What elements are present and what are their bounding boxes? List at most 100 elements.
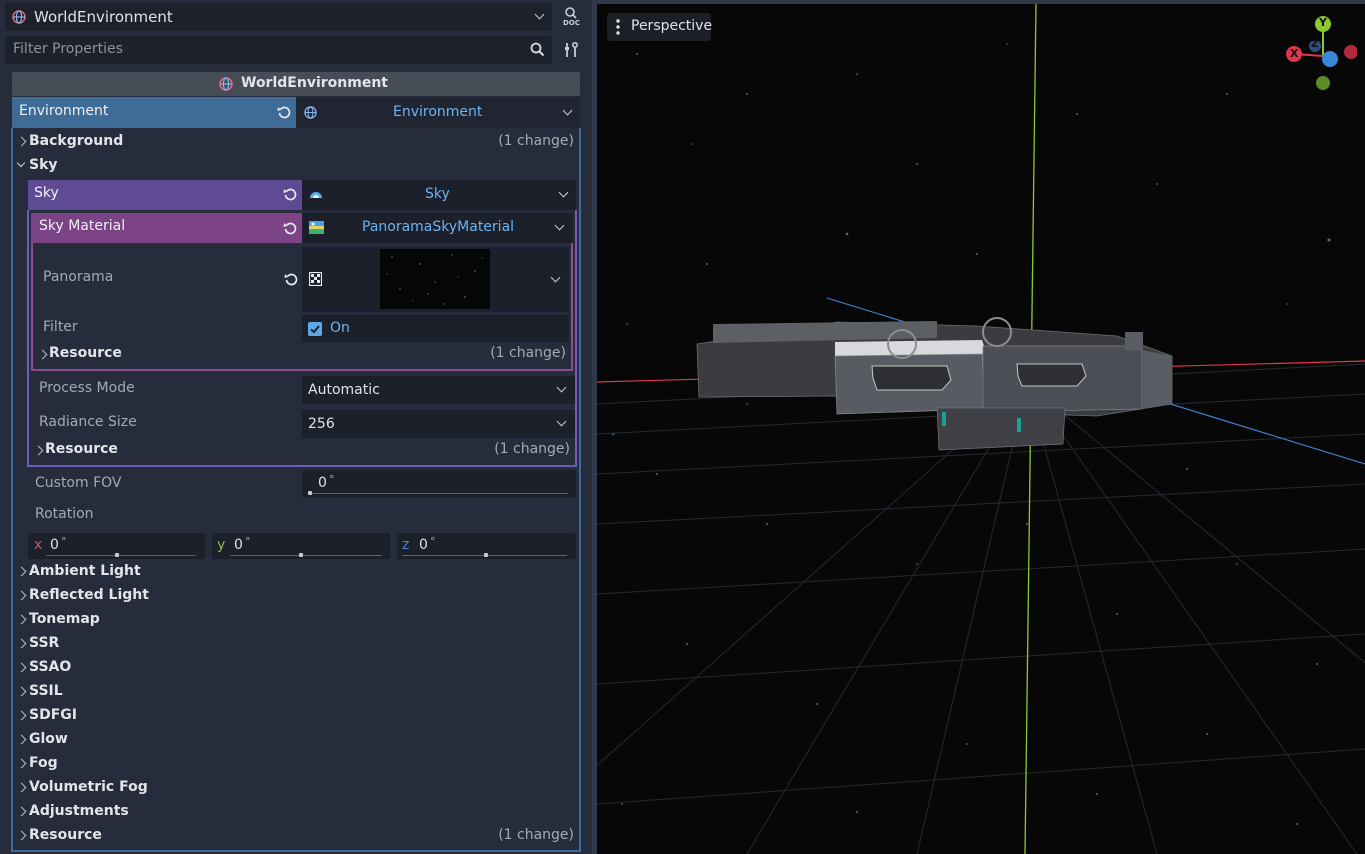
rotation-y-unit: °	[245, 535, 251, 548]
group-sdfgi[interactable]: SDFGI	[13, 704, 579, 728]
group-label: Sky	[29, 157, 58, 173]
sky-resource-picker[interactable]: Sky	[302, 180, 576, 210]
section-header: WorldEnvironment	[12, 72, 580, 96]
help-button[interactable]: DOC	[558, 6, 584, 30]
chevron-right-icon	[16, 710, 27, 721]
checkbox-checked-icon	[308, 322, 322, 336]
sky-material-property-label[interactable]: Sky Material	[31, 213, 302, 243]
doc-label: DOC	[563, 19, 580, 27]
filter-label: Filter	[43, 319, 78, 335]
panorama-label: Panorama	[43, 269, 114, 285]
group-label: Resource	[49, 345, 122, 361]
inspector-panel: WorldEnvironment DOC Filter Properties W…	[0, 0, 592, 854]
chevron-right-icon	[16, 614, 27, 625]
orientation-gizmo[interactable]: Y X Z	[1283, 16, 1357, 96]
gizmo-y-label: Y	[1319, 16, 1327, 29]
group-background[interactable]: Background (1 change)	[13, 130, 579, 154]
group-fog[interactable]: Fog	[13, 752, 579, 776]
rotation-z-field[interactable]: z 0 °	[397, 533, 576, 559]
revert-icon[interactable]	[283, 187, 297, 201]
chevron-right-icon	[16, 734, 27, 745]
group-label: Background	[29, 133, 124, 149]
spaceship-model	[696, 317, 1173, 451]
group-volumetric-fog[interactable]: Volumetric Fog	[13, 776, 579, 800]
group-sky[interactable]: Sky	[13, 154, 579, 178]
sky-material-resource-picker[interactable]: PanoramaSkyMaterial	[302, 213, 573, 243]
change-note: (1 change)	[498, 827, 574, 843]
slider-grabber[interactable]	[484, 553, 488, 557]
search-doc-icon	[564, 7, 578, 19]
slider-track	[230, 555, 382, 556]
process-mode-value: Automatic	[308, 382, 380, 398]
scene-render	[597, 4, 1365, 854]
chevron-down-icon	[554, 220, 565, 231]
change-note: (1 change)	[498, 133, 574, 149]
group-tonemap[interactable]: Tonemap	[13, 608, 579, 632]
group-label: Resource	[29, 827, 102, 843]
group-label: Glow	[29, 731, 68, 747]
rotation-y-value: 0	[234, 537, 243, 553]
world-environment-icon	[12, 10, 26, 24]
panorama-texture-picker[interactable]	[302, 247, 569, 312]
chevron-down-icon	[556, 382, 567, 393]
custom-fov-unit: °	[329, 473, 335, 486]
slider-grabber[interactable]	[308, 491, 312, 495]
filter-properties-input[interactable]: Filter Properties	[5, 36, 552, 64]
chevron-right-icon	[16, 686, 27, 697]
slider-grabber[interactable]	[299, 553, 303, 557]
rotation-y-field[interactable]: y 0 °	[212, 533, 390, 559]
radiance-size-select[interactable]: 256	[302, 410, 575, 438]
group-ssr[interactable]: SSR	[13, 632, 579, 656]
group-label: SSAO	[29, 659, 72, 675]
filter-placeholder: Filter Properties	[13, 41, 123, 57]
custom-fov-label: Custom FOV	[35, 475, 122, 491]
rotation-x-value: 0	[50, 537, 59, 553]
environment-resource-name: Environment	[393, 104, 483, 120]
group-ssao[interactable]: SSAO	[13, 656, 579, 680]
revert-icon[interactable]	[284, 272, 298, 286]
chevron-right-icon	[16, 806, 27, 817]
chevron-right-icon	[16, 590, 27, 601]
slider-grabber[interactable]	[115, 553, 119, 557]
change-note: (1 change)	[490, 345, 566, 361]
group-reflected-light[interactable]: Reflected Light	[13, 584, 579, 608]
3d-viewport[interactable]: Perspective Y X Z	[597, 4, 1365, 854]
chevron-right-icon	[33, 445, 44, 456]
group-resource[interactable]: Resource (1 change)	[13, 824, 579, 848]
group-label: Reflected Light	[29, 587, 149, 603]
inspector-tools-button[interactable]	[558, 38, 584, 62]
radiance-size-value: 256	[308, 416, 335, 432]
section-title: WorldEnvironment	[241, 75, 388, 91]
chevron-down-icon	[16, 158, 26, 168]
sky-icon	[309, 188, 323, 200]
rotation-x-field[interactable]: x 0 °	[28, 533, 205, 559]
revert-icon[interactable]	[283, 221, 297, 235]
group-adjustments[interactable]: Adjustments	[13, 800, 579, 824]
environment-resource-picker[interactable]: Environment	[296, 97, 580, 128]
process-mode-select[interactable]: Automatic	[302, 376, 575, 404]
chevron-down-icon	[550, 272, 561, 283]
perspective-menu-button[interactable]: Perspective	[607, 13, 713, 41]
group-sky-resource[interactable]: Resource (1 change)	[29, 439, 575, 461]
group-ssil[interactable]: SSIL	[13, 680, 579, 704]
radiance-size-label: Radiance Size	[39, 414, 137, 430]
custom-fov-slider[interactable]: 0 °	[302, 470, 576, 498]
node-selector[interactable]: WorldEnvironment	[5, 3, 552, 31]
process-mode-label: Process Mode	[39, 380, 135, 396]
environment-property-label[interactable]: Environment	[12, 97, 296, 128]
perspective-label: Perspective	[631, 18, 713, 34]
chevron-down-icon	[558, 187, 569, 198]
revert-icon[interactable]	[277, 105, 291, 119]
chevron-right-icon	[16, 758, 27, 769]
group-label: SDFGI	[29, 707, 77, 723]
group-ambient-light[interactable]: Ambient Light	[13, 560, 579, 584]
tools-icon	[564, 42, 578, 58]
group-material-resource[interactable]: Resource (1 change)	[33, 343, 571, 365]
sky-material-resource-name: PanoramaSkyMaterial	[362, 219, 515, 235]
group-glow[interactable]: Glow	[13, 728, 579, 752]
chevron-down-icon	[562, 105, 573, 116]
rotation-x-unit: °	[61, 535, 67, 548]
sky-property-label[interactable]: Sky	[28, 180, 302, 210]
filter-checkbox[interactable]: On	[302, 315, 569, 342]
kebab-menu-icon	[616, 19, 620, 35]
